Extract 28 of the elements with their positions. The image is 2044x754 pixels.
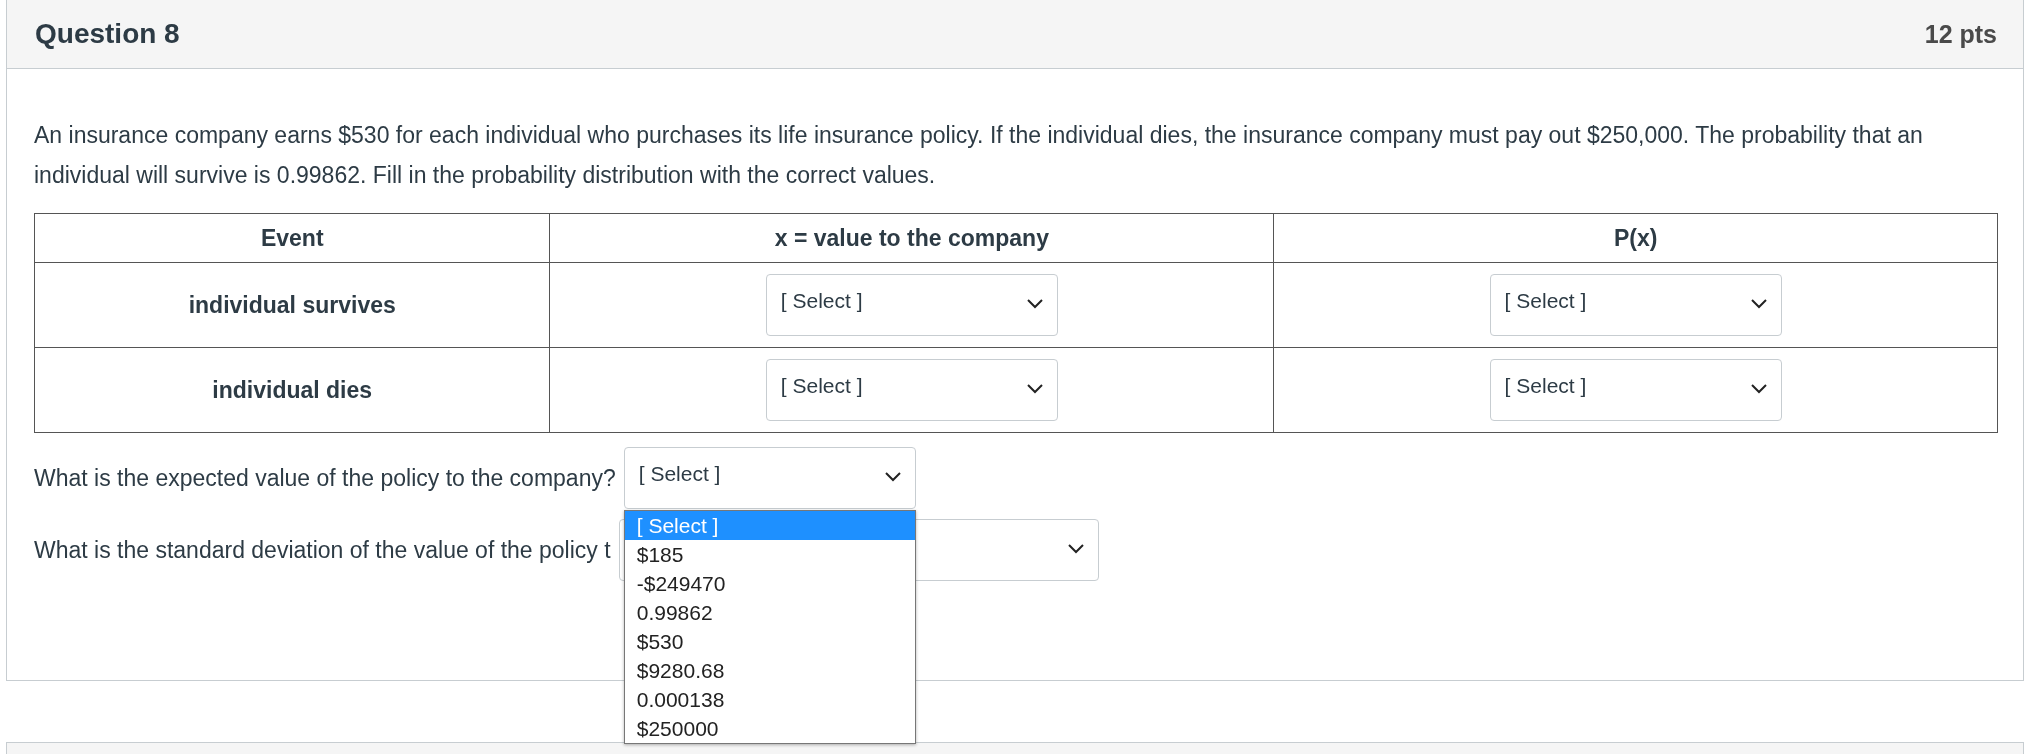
dropdown-option[interactable]: $185 bbox=[624, 540, 915, 569]
column-header: x = value to the company bbox=[549, 213, 1274, 263]
points-label: 12 pts bbox=[1924, 19, 1997, 49]
dropdown-option[interactable]: 0.000138 bbox=[624, 685, 915, 714]
select-dropdown[interactable]: [ Select ] bbox=[765, 274, 1058, 336]
dropdown-option[interactable]: $530 bbox=[624, 627, 915, 656]
dropdown-option[interactable]: 0.99862 bbox=[624, 598, 915, 627]
column-header: P(x) bbox=[1273, 213, 1998, 263]
select-dropdown[interactable]: [ Select ] bbox=[765, 359, 1058, 421]
select-dropdown[interactable]: [ Select ] bbox=[623, 447, 916, 509]
column-header: Event bbox=[34, 213, 550, 263]
chevron-down-icon bbox=[884, 472, 901, 482]
select-dropdown[interactable]: [ Select ] bbox=[1489, 274, 1782, 336]
select-dropdown[interactable]: [ Select ] bbox=[1489, 359, 1782, 421]
chevron-down-icon bbox=[1026, 384, 1043, 394]
question-prompt: What is the standard deviation of the value of the policy t bbox=[34, 536, 611, 564]
chevron-down-icon bbox=[1750, 299, 1767, 309]
question-text: An insurance company earns $530 for each individual who purchases its life insurance policy. If the individual dies, the insurance company must pay out $250,000. The probability that an individual will survive is 0.99862. Fill in the probability distribution with the correct values. bbox=[34, 121, 1924, 190]
event-cell: individual survives bbox=[34, 262, 550, 348]
chevron-down-icon bbox=[1026, 299, 1043, 309]
question-prompt: What is the expected value of the policy to the company? bbox=[34, 464, 616, 492]
dropdown-option[interactable]: $250000 bbox=[624, 714, 915, 743]
dropdown-option[interactable]: $9280.68 bbox=[624, 656, 915, 685]
event-cell: individual dies bbox=[34, 347, 550, 433]
chevron-down-icon bbox=[1750, 384, 1767, 394]
question-title: Question 8 bbox=[35, 18, 180, 50]
chevron-down-icon bbox=[1067, 544, 1084, 554]
dropdown-option[interactable]: -$249470 bbox=[624, 569, 915, 598]
